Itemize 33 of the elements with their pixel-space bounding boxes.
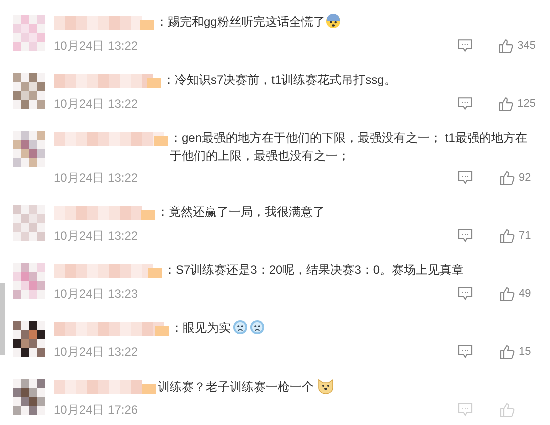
- comment-icon[interactable]: [458, 287, 473, 301]
- comment-date: 10月24日 13:22: [54, 96, 138, 113]
- like-count: 15: [519, 344, 532, 360]
- comment-date: 10月24日 13:22: [54, 228, 138, 245]
- like-icon[interactable]: [500, 344, 515, 360]
- like-count: 345: [518, 38, 536, 54]
- like-icon[interactable]: [500, 228, 515, 244]
- comment-text: ：踢完和gg粉丝听完这话全慌了: [156, 15, 326, 29]
- comment-icon[interactable]: [458, 171, 473, 185]
- like-icon[interactable]: [500, 170, 515, 186]
- like-icon[interactable]: [500, 286, 515, 302]
- comment-date: 10月24日 13:22: [54, 38, 138, 55]
- comment-icon[interactable]: [458, 345, 473, 359]
- comment-text: ：眼见为实: [171, 321, 231, 335]
- comment-date: 10月24日 13:22: [54, 170, 138, 187]
- comment-icon[interactable]: [458, 97, 473, 111]
- like-count: 125: [518, 96, 536, 112]
- comment-text: ：冷知识s7决赛前，t1训练赛花式吊打ssg。: [163, 73, 396, 87]
- comment-text: 训练赛？老子训练赛一枪一个: [158, 380, 314, 394]
- comment-icon[interactable]: [458, 39, 473, 53]
- like-count: 92: [519, 170, 532, 186]
- comment-icon[interactable]: [458, 229, 473, 243]
- like-count: 49: [519, 286, 532, 302]
- comment-date: 10月24日 17:26: [54, 402, 138, 419]
- like-icon[interactable]: [499, 38, 514, 54]
- comment-date: 10月24日 13:22: [54, 344, 138, 361]
- scrollbar[interactable]: [0, 283, 5, 355]
- comment-text: ：S7训练赛还是3：20呢，结果决赛3：0。赛场上见真章: [164, 263, 464, 277]
- comment-text: ：gen最强的地方在于他们的下限，最强没有之一； t1最强的地方在于他们的上限，最强也没有之一；: [170, 131, 528, 163]
- like-icon[interactable]: [499, 96, 514, 112]
- comment-date: 10月24日 13:23: [54, 286, 138, 303]
- comment-text: ：竟然还赢了一局，我很满意了: [157, 205, 325, 219]
- like-count: 71: [519, 228, 532, 244]
